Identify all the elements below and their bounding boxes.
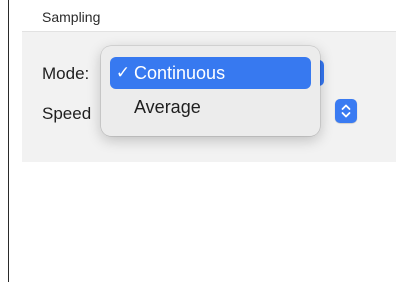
speed-popup-button[interactable] bbox=[335, 99, 357, 123]
menu-item-label: Continuous bbox=[134, 62, 226, 83]
menu-item-label: Average bbox=[134, 96, 201, 117]
section-title: Sampling bbox=[42, 9, 101, 25]
mode-label: Mode: bbox=[42, 64, 90, 83]
menu-item-continuous[interactable]: ✓ Continuous bbox=[110, 57, 311, 89]
menu-item-average[interactable]: Average bbox=[110, 91, 311, 123]
mode-dropdown-menu: ✓ Continuous Average bbox=[101, 46, 320, 136]
window-left-edge bbox=[8, 0, 9, 282]
speed-label: Speed bbox=[42, 104, 92, 123]
up-down-chevrons-icon bbox=[341, 104, 351, 118]
checkmark-icon: ✓ bbox=[115, 63, 131, 82]
